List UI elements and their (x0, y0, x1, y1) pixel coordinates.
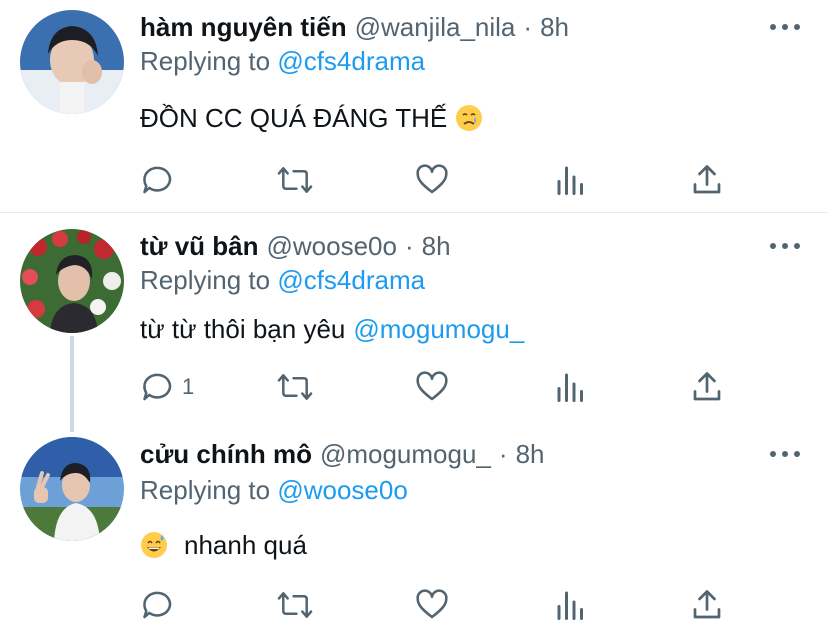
tweet-header: từ vũ bân @woose0o · 8h (140, 229, 451, 263)
tweet-text: ĐỒN CC QUÁ ĐÁNG THẾ (140, 100, 483, 136)
tweet-mention[interactable]: @mogumogu_ (353, 314, 524, 345)
analytics-icon (554, 587, 588, 623)
timestamp[interactable]: 8h (422, 231, 451, 262)
tweet-text: từ từ thôi bạn yêu @mogumogu_ (140, 311, 524, 347)
display-name[interactable]: cửu chính mô (140, 439, 312, 470)
tweet-actions: 1 (140, 367, 740, 407)
share-button[interactable] (690, 585, 724, 625)
share-button[interactable] (690, 367, 724, 407)
tweet-text-content: ĐỒN CC QUÁ ĐÁNG THẾ (140, 102, 448, 133)
share-icon (690, 369, 724, 405)
share-icon (690, 587, 724, 623)
share-icon (690, 162, 724, 198)
tweet-1[interactable]: hàm nguyên tiến @wanjila_nila · 8h Reply… (0, 0, 828, 212)
like-button[interactable] (414, 367, 450, 407)
reply-button[interactable] (140, 585, 176, 625)
tweet-2[interactable]: từ vũ bân @woose0o · 8h Replying to @cfs… (0, 213, 828, 433)
replying-to: Replying to @cfs4drama (140, 265, 425, 296)
reply-count: 1 (182, 374, 195, 399)
tweet-actions (140, 585, 740, 625)
retweet-icon (276, 587, 314, 623)
analytics-button[interactable] (554, 160, 588, 200)
like-button[interactable] (414, 160, 450, 200)
separator-dot: · (498, 438, 508, 469)
grinning-sweat-emoji-icon (140, 531, 168, 559)
like-button[interactable] (414, 585, 450, 625)
tweet-text-content: nhanh quá (184, 529, 307, 560)
timestamp[interactable]: 8h (516, 439, 545, 470)
separator-dot: · (404, 230, 414, 261)
replying-to: Replying to @cfs4drama (140, 46, 425, 77)
tweet-3[interactable]: cửu chính mô @mogumogu_ · 8h Replying to… (0, 433, 828, 640)
display-name[interactable]: hàm nguyên tiến (140, 12, 347, 43)
separator-dot: · (523, 11, 533, 42)
analytics-icon (554, 162, 588, 198)
reply-button[interactable] (140, 160, 176, 200)
heart-icon (414, 162, 450, 198)
retweet-button[interactable] (276, 367, 314, 407)
replying-to-label: Replying to (140, 475, 271, 505)
username-handle[interactable]: @mogumogu_ (320, 439, 491, 470)
replying-to-mention[interactable]: @cfs4drama (277, 46, 425, 76)
username-handle[interactable]: @woose0o (267, 231, 397, 262)
tweet-text-content: từ từ thôi bạn yêu (140, 313, 346, 344)
reply-button[interactable]: 1 (140, 367, 194, 407)
heart-icon (414, 369, 450, 405)
reply-icon (140, 587, 176, 623)
heart-icon (414, 587, 450, 623)
timestamp[interactable]: 8h (540, 12, 569, 43)
tweet-header: hàm nguyên tiến @wanjila_nila · 8h (140, 10, 569, 44)
tweet-header: cửu chính mô @mogumogu_ · 8h (140, 437, 544, 471)
retweet-icon (276, 162, 314, 198)
analytics-button[interactable] (554, 585, 588, 625)
retweet-icon (276, 369, 314, 405)
replying-to-label: Replying to (140, 265, 271, 295)
retweet-button[interactable] (276, 160, 314, 200)
username-handle[interactable]: @wanjila_nila (355, 12, 516, 43)
replying-to: Replying to @woose0o (140, 475, 408, 506)
tweet-actions (140, 160, 740, 200)
avatar[interactable] (20, 437, 124, 541)
analytics-button[interactable] (554, 367, 588, 407)
crying-face-emoji-icon (455, 104, 483, 132)
replying-to-mention[interactable]: @cfs4drama (277, 265, 425, 295)
analytics-icon (554, 369, 588, 405)
retweet-button[interactable] (276, 585, 314, 625)
reply-icon (140, 369, 176, 405)
display-name[interactable]: từ vũ bân (140, 231, 259, 262)
more-options-icon[interactable] (770, 22, 800, 32)
share-button[interactable] (690, 160, 724, 200)
avatar[interactable] (20, 10, 124, 114)
more-options-icon[interactable] (770, 241, 800, 251)
avatar[interactable] (20, 229, 124, 333)
tweet-text: nhanh quá (140, 527, 307, 563)
more-options-icon[interactable] (770, 449, 800, 459)
reply-icon (140, 162, 176, 198)
replying-to-label: Replying to (140, 46, 271, 76)
replying-to-mention[interactable]: @woose0o (277, 475, 407, 505)
